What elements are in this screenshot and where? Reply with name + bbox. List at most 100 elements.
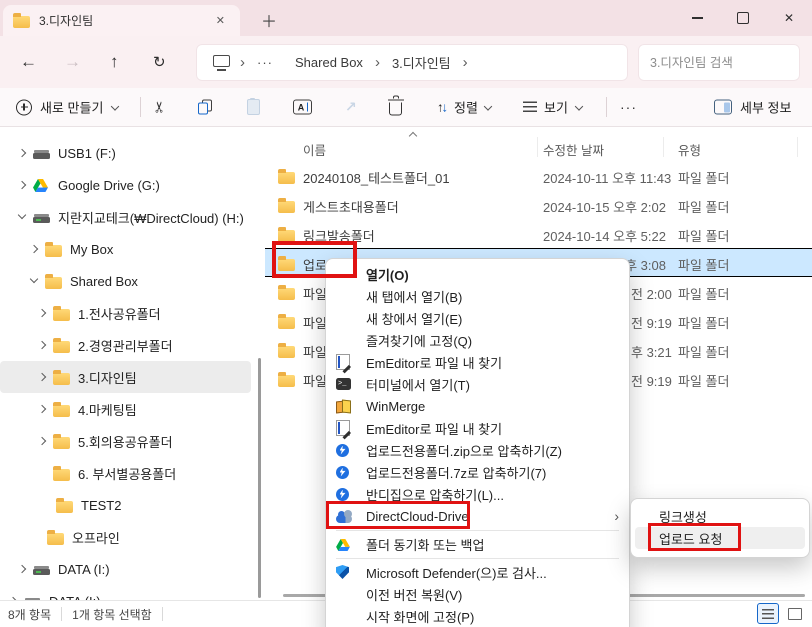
file-type: 파일 폴더 xyxy=(678,371,729,390)
breadcrumb-design-team[interactable]: 3.디자인팀 xyxy=(390,50,453,75)
file-type: 파일 폴더 xyxy=(678,313,729,332)
sidebar-item-folder3-selected[interactable]: 3.디자인팀 xyxy=(0,361,251,393)
new-button[interactable]: 새로 만들기 xyxy=(16,98,120,117)
menu-item-directcloud-drive[interactable]: DirectCloud-Drive › xyxy=(326,505,629,527)
delete-button[interactable] xyxy=(389,99,402,116)
menu-item-open-new-tab[interactable]: 새 탭에서 열기(B) xyxy=(326,285,629,307)
maximize-button[interactable] xyxy=(720,0,766,36)
menu-item-emeditor-find-2[interactable]: EmEditor로 파일 내 찾기 xyxy=(326,417,629,439)
sidebar-item-folder6[interactable]: 6. 부서별공용폴더 xyxy=(0,457,265,489)
sort-button-label: 정렬 xyxy=(454,98,478,117)
sidebar-item-usb1[interactable]: USB1 (F:) xyxy=(0,137,265,169)
menu-item-pin-start[interactable]: 시작 화면에 고정(P) xyxy=(326,605,629,627)
sidebar-item-my-box[interactable]: My Box xyxy=(0,233,265,265)
sidebar-vertical-scrollbar[interactable] xyxy=(258,358,261,598)
menu-item-open-terminal[interactable]: 터미널에서 열기(T) xyxy=(326,373,629,395)
cut-button[interactable]: ✂ xyxy=(153,98,166,116)
breadcrumb-ellipsis[interactable]: ··· xyxy=(257,55,273,70)
chevron-right-icon[interactable] xyxy=(14,175,33,195)
submenu-item-create-link[interactable]: 링크생성 xyxy=(635,505,805,527)
details-pane-button[interactable]: 세부 정보 xyxy=(714,98,791,117)
submenu-item-upload-request[interactable]: 업로드 요청 xyxy=(635,527,805,549)
menu-item-compress-zip[interactable]: 업로드전용폴더.zip으로 압축하기(Z) xyxy=(326,439,629,461)
column-divider[interactable] xyxy=(797,137,798,157)
file-date: 전 9:19 xyxy=(631,313,672,332)
status-divider xyxy=(162,607,163,621)
tab-close-icon[interactable]: ✕ xyxy=(211,12,230,29)
sort-button[interactable]: ↑↓ 정렬 xyxy=(437,98,493,117)
paste-button[interactable] xyxy=(247,99,260,115)
chevron-right-icon[interactable] xyxy=(34,335,53,355)
menu-item-defender-scan[interactable]: Microsoft Defender(으)로 검사... xyxy=(326,561,629,583)
file-row[interactable]: 게스트초대용폴더 2024-10-15 오후 2:02 파일 폴더 xyxy=(265,190,812,219)
sidebar-item-directcloud-drive-h[interactable]: 지란지교테크(₩DirectCloud) (H:) xyxy=(0,201,265,233)
menu-item-folder-sync-backup[interactable]: 폴더 동기화 또는 백업 xyxy=(326,533,629,555)
menu-item-open-new-window[interactable]: 새 창에서 열기(E) xyxy=(326,307,629,329)
column-divider[interactable] xyxy=(537,137,538,157)
tab-design-team[interactable]: 3.디자인팀 ✕ xyxy=(3,5,240,36)
file-row[interactable]: 20240108_테스트폴더_01 2024-10-11 오후 11:43 파일… xyxy=(265,161,812,190)
see-more-button[interactable]: ··· xyxy=(620,99,637,115)
menu-item-restore-previous[interactable]: 이전 버전 복원(V) xyxy=(326,583,629,605)
sidebar-item-folder5[interactable]: 5.회의용공유폴더 xyxy=(0,425,265,457)
chevron-right-icon[interactable] xyxy=(34,303,53,323)
column-header-type[interactable]: 유형 xyxy=(678,140,701,159)
menu-icon-placeholder xyxy=(336,266,356,283)
sidebar-item-folder4[interactable]: 4.마케팅팀 xyxy=(0,393,265,425)
this-pc-icon[interactable] xyxy=(213,55,230,67)
chevron-down-icon[interactable] xyxy=(14,207,33,227)
rename-button[interactable] xyxy=(293,100,312,115)
sidebar-item-folder2[interactable]: 2.경영관리부폴더 xyxy=(0,329,265,361)
file-row[interactable]: 링크발송폴더 2024-10-14 오후 5:22 파일 폴더 xyxy=(265,219,812,248)
rename-icon xyxy=(293,100,312,115)
sidebar-item-folder1[interactable]: 1.전사공유폴더 xyxy=(0,297,265,329)
sidebar-item-test2[interactable]: TEST2 xyxy=(0,489,265,521)
share-button[interactable]: ↗ xyxy=(345,99,357,116)
column-header-name[interactable]: 이름 xyxy=(303,140,326,159)
breadcrumb-shared-box[interactable]: Shared Box xyxy=(293,52,365,73)
menu-item-compress-7z[interactable]: 업로드전용폴더.7z로 압축하기(7) xyxy=(326,461,629,483)
chevron-right-icon[interactable] xyxy=(14,559,33,579)
menu-item-open[interactable]: 열기(O) xyxy=(326,263,629,285)
chevron-right-icon[interactable] xyxy=(34,399,53,419)
folder-icon xyxy=(13,16,30,28)
disk-drive-icon xyxy=(33,563,58,575)
menu-icon-placeholder xyxy=(336,586,356,603)
column-divider[interactable] xyxy=(663,137,664,157)
details-view-toggle[interactable] xyxy=(757,603,779,624)
sort-ascending-icon xyxy=(410,131,417,138)
menu-item-emeditor-find[interactable]: EmEditor로 파일 내 찾기 xyxy=(326,351,629,373)
menu-item-compress-bandizip[interactable]: 반디집으로 압축하기(L)... xyxy=(326,483,629,505)
address-bar[interactable]: › ··· Shared Box › 3.디자인팀 › xyxy=(196,44,628,81)
emeditor-icon xyxy=(336,420,356,437)
view-button[interactable]: 보기 xyxy=(523,98,584,117)
chevron-right-icon[interactable] xyxy=(34,367,53,387)
column-header-date[interactable]: 수정한 날짜 xyxy=(543,140,604,159)
search-box[interactable] xyxy=(638,44,800,81)
close-button[interactable]: ✕ xyxy=(766,0,812,36)
sidebar-item-shared-box[interactable]: Shared Box xyxy=(0,265,265,297)
chevron-right-icon[interactable] xyxy=(14,143,33,163)
copy-button[interactable] xyxy=(198,100,213,115)
chevron-right-icon[interactable] xyxy=(34,431,53,451)
sidebar-item-offline[interactable]: 오프라인 xyxy=(0,521,265,553)
menu-item-winmerge[interactable]: WinMerge xyxy=(326,395,629,417)
file-date: 2024-10-15 오후 2:02 xyxy=(543,197,666,216)
thumbnail-view-toggle[interactable] xyxy=(784,603,806,624)
back-button[interactable]: ← xyxy=(20,52,37,72)
minimize-button[interactable] xyxy=(674,0,720,36)
forward-button[interactable]: → xyxy=(64,52,81,72)
menu-separator xyxy=(336,530,619,531)
new-tab-button[interactable]: ＋ xyxy=(254,7,284,33)
sidebar-item-data-1[interactable]: DATA (I:) xyxy=(0,553,265,585)
chevron-right-icon[interactable] xyxy=(26,239,45,259)
chevron-down-icon[interactable] xyxy=(26,271,45,291)
menu-item-pin-favorites[interactable]: 즐겨찾기에 고정(Q) xyxy=(326,329,629,351)
sidebar-item-google-drive[interactable]: Google Drive (G:) xyxy=(0,169,265,201)
network-drive-icon xyxy=(33,211,58,223)
up-button[interactable]: ↑ xyxy=(110,52,119,72)
paste-icon xyxy=(247,99,260,115)
file-name: 파일 xyxy=(303,313,327,332)
search-input[interactable] xyxy=(638,44,800,81)
refresh-button[interactable]: ↻ xyxy=(153,53,166,71)
